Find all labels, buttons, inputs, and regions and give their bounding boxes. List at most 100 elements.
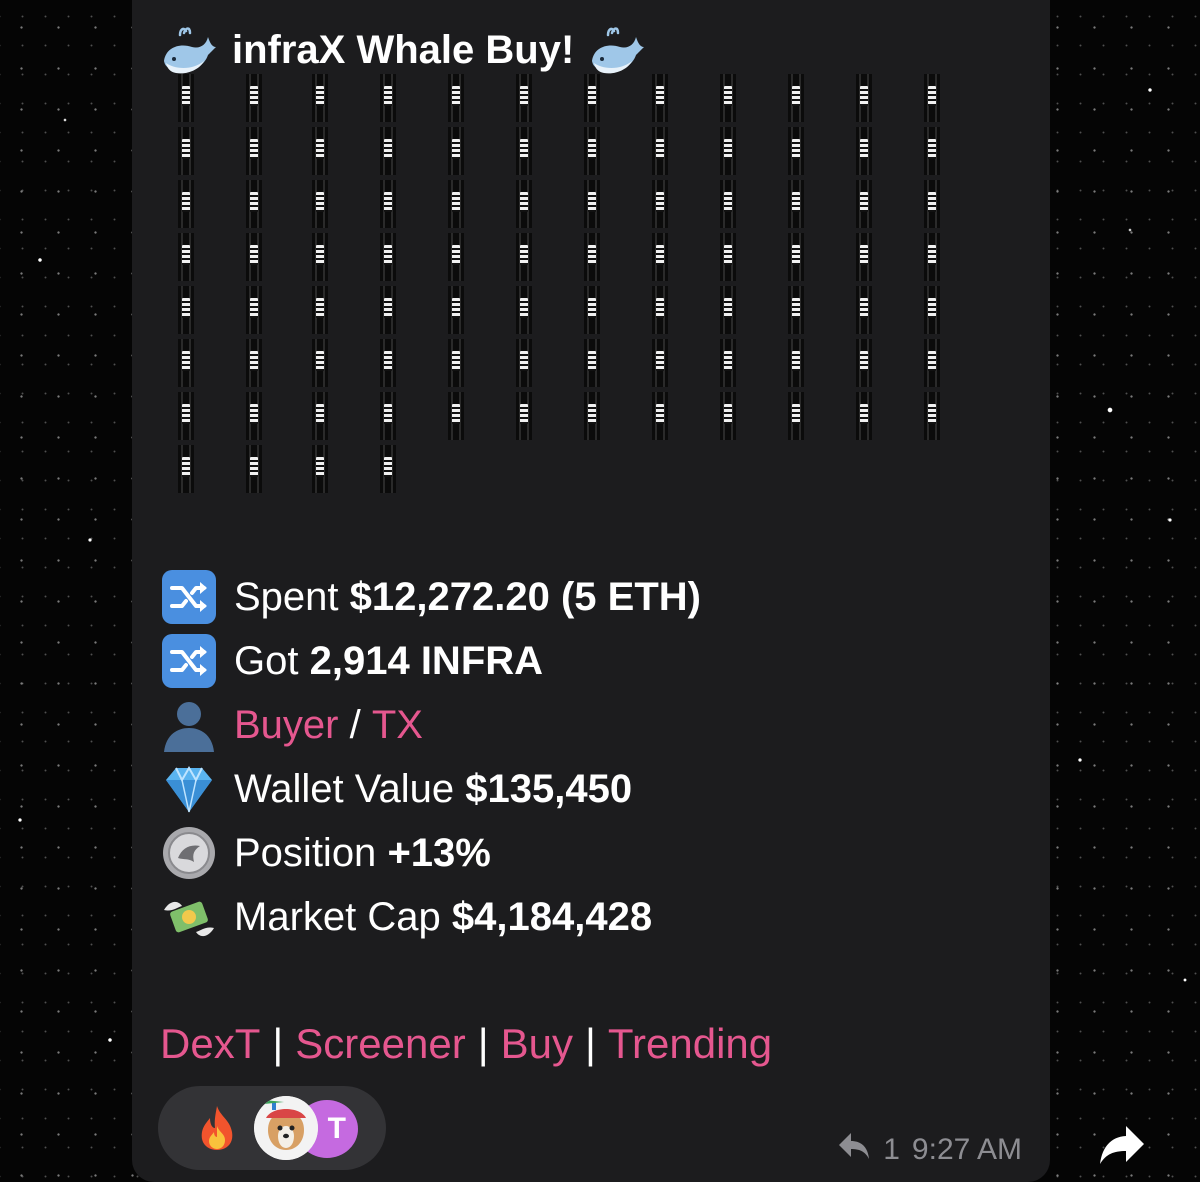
- emoji-column: [228, 72, 280, 496]
- link-separator: /: [349, 702, 361, 747]
- reply-icon[interactable]: [837, 1131, 871, 1169]
- custom-emoji-icon: [160, 231, 212, 284]
- quick-links: DexT | Screener | Buy | Trending: [160, 1014, 772, 1074]
- got-line: Got 2,914 INFRA: [160, 629, 1020, 693]
- coin-icon: [160, 824, 218, 882]
- money-wings-icon: [160, 888, 218, 946]
- emoji-column: [294, 72, 346, 496]
- custom-emoji-icon: [430, 125, 482, 178]
- custom-emoji-icon: [906, 231, 958, 284]
- shuffle-icon: [160, 632, 218, 690]
- custom-emoji-icon: [160, 337, 212, 390]
- custom-emoji-icon: [228, 231, 280, 284]
- custom-emoji-icon: [838, 125, 890, 178]
- custom-emoji-icon: [362, 72, 414, 125]
- custom-emoji-icon: [160, 443, 212, 496]
- whale-icon: [588, 21, 646, 79]
- position-label: Position: [234, 830, 377, 875]
- wallet-value-line: Wallet Value $135,450: [160, 757, 1020, 821]
- custom-emoji-icon: [906, 72, 958, 125]
- link-separator: |: [477, 1020, 489, 1067]
- custom-emoji-icon: [294, 125, 346, 178]
- link-separator: |: [272, 1020, 284, 1067]
- custom-emoji-icon: [430, 284, 482, 337]
- screener-link[interactable]: Screener: [295, 1020, 465, 1068]
- custom-emoji-icon: [430, 72, 482, 125]
- custom-emoji-icon: [770, 390, 822, 443]
- custom-emoji-icon: [498, 178, 550, 231]
- message-meta: 1 9:27 AM: [837, 1130, 1022, 1170]
- custom-emoji-icon: [634, 390, 686, 443]
- emoji-column: [362, 72, 414, 496]
- spent-value: $12,272.20 (5 ETH): [349, 574, 701, 619]
- dext-link[interactable]: DexT: [160, 1020, 260, 1068]
- position-value: +13%: [387, 830, 491, 875]
- custom-emoji-icon: [634, 284, 686, 337]
- custom-emoji-icon: [362, 231, 414, 284]
- title-text: infraX Whale Buy!: [232, 27, 575, 72]
- custom-emoji-icon: [160, 178, 212, 231]
- message-time: 9:27 AM: [911, 1133, 1022, 1166]
- custom-emoji-icon: [770, 72, 822, 125]
- shuffle-icon: [160, 568, 218, 626]
- custom-emoji-icon: [702, 284, 754, 337]
- custom-emoji-icon: [770, 231, 822, 284]
- reply-count[interactable]: 1: [883, 1133, 900, 1167]
- custom-emoji-icon: [160, 125, 212, 178]
- market-cap-label: Market Cap: [234, 894, 441, 939]
- trade-details: Spent $12,272.20 (5 ETH) Got 2,914 INFRA…: [160, 565, 1020, 949]
- custom-emoji-icon: [702, 125, 754, 178]
- got-value: 2,914 INFRA: [309, 638, 544, 683]
- spent-label: Spent: [234, 574, 339, 619]
- custom-emoji-icon: [362, 284, 414, 337]
- custom-emoji-icon: [228, 72, 280, 125]
- custom-emoji-icon: [702, 178, 754, 231]
- reactor-avatar-dog[interactable]: [254, 1096, 318, 1160]
- custom-emoji-icon: [362, 390, 414, 443]
- position-line: Position +13%: [160, 821, 1020, 885]
- custom-emoji-icon: [838, 337, 890, 390]
- custom-emoji-icon: [566, 125, 618, 178]
- buy-link[interactable]: Buy: [501, 1020, 573, 1068]
- wallet-value-amount: $135,450: [465, 766, 633, 811]
- tx-link[interactable]: TX: [372, 703, 423, 748]
- message-title: infraX Whale Buy!: [160, 22, 646, 78]
- trending-link[interactable]: Trending: [608, 1020, 772, 1068]
- custom-emoji-icon: [160, 72, 212, 125]
- custom-emoji-icon: [228, 284, 280, 337]
- emoji-column: [634, 72, 686, 443]
- reaction-pill[interactable]: T: [158, 1086, 386, 1170]
- emoji-column: [566, 72, 618, 443]
- custom-emoji-icon: [566, 390, 618, 443]
- custom-emoji-icon: [294, 390, 346, 443]
- custom-emoji-icon: [430, 231, 482, 284]
- custom-emoji-icon: [770, 178, 822, 231]
- custom-emoji-icon: [498, 72, 550, 125]
- custom-emoji-icon: [770, 125, 822, 178]
- custom-emoji-icon: [362, 125, 414, 178]
- custom-emoji-icon: [294, 284, 346, 337]
- forward-icon[interactable]: [1096, 1118, 1148, 1170]
- custom-emoji-icon: [498, 125, 550, 178]
- emoji-column: [838, 72, 890, 443]
- custom-emoji-icon: [228, 178, 280, 231]
- custom-emoji-icon: [294, 72, 346, 125]
- custom-emoji-icon: [906, 337, 958, 390]
- custom-emoji-icon: [430, 337, 482, 390]
- custom-emoji-icon: [634, 337, 686, 390]
- custom-emoji-icon: [498, 390, 550, 443]
- custom-emoji-icon: [906, 390, 958, 443]
- emoji-column: [430, 72, 482, 443]
- custom-emoji-icon: [498, 337, 550, 390]
- custom-emoji-icon: [634, 125, 686, 178]
- custom-emoji-icon: [294, 178, 346, 231]
- custom-emoji-icon: [362, 337, 414, 390]
- buyer-link[interactable]: Buyer: [234, 703, 339, 748]
- emoji-column: [498, 72, 550, 443]
- emoji-column: [702, 72, 754, 443]
- custom-emoji-icon: [294, 337, 346, 390]
- custom-emoji-grid: [160, 72, 980, 502]
- got-label: Got: [234, 638, 299, 683]
- custom-emoji-icon: [838, 72, 890, 125]
- custom-emoji-icon: [770, 337, 822, 390]
